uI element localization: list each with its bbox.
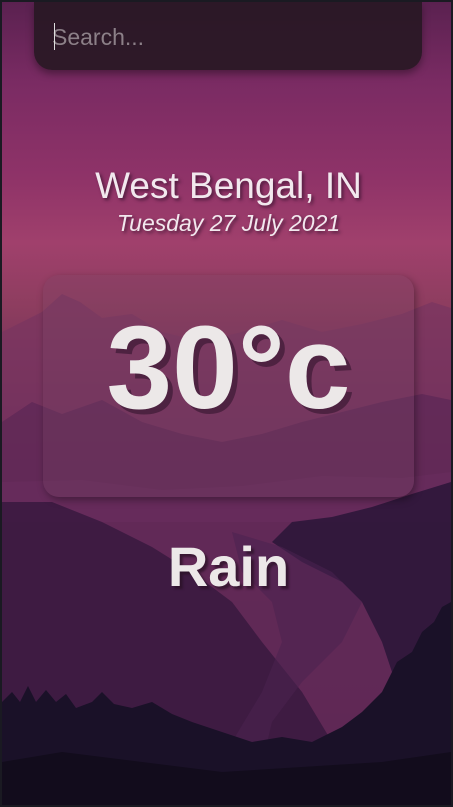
text-caret	[54, 23, 55, 50]
search-bar	[34, 2, 422, 70]
temperature-card: 30°c	[43, 275, 414, 497]
temperature-value: 30°c	[106, 302, 351, 434]
location-label: West Bengal, IN	[95, 165, 362, 206]
weather-app: West Bengal, IN Tuesday 27 July 2021 30°…	[2, 2, 451, 805]
date-label: Tuesday 27 July 2021	[116, 210, 341, 236]
search-input[interactable]	[52, 20, 392, 54]
weather-condition: Rain	[167, 535, 290, 598]
